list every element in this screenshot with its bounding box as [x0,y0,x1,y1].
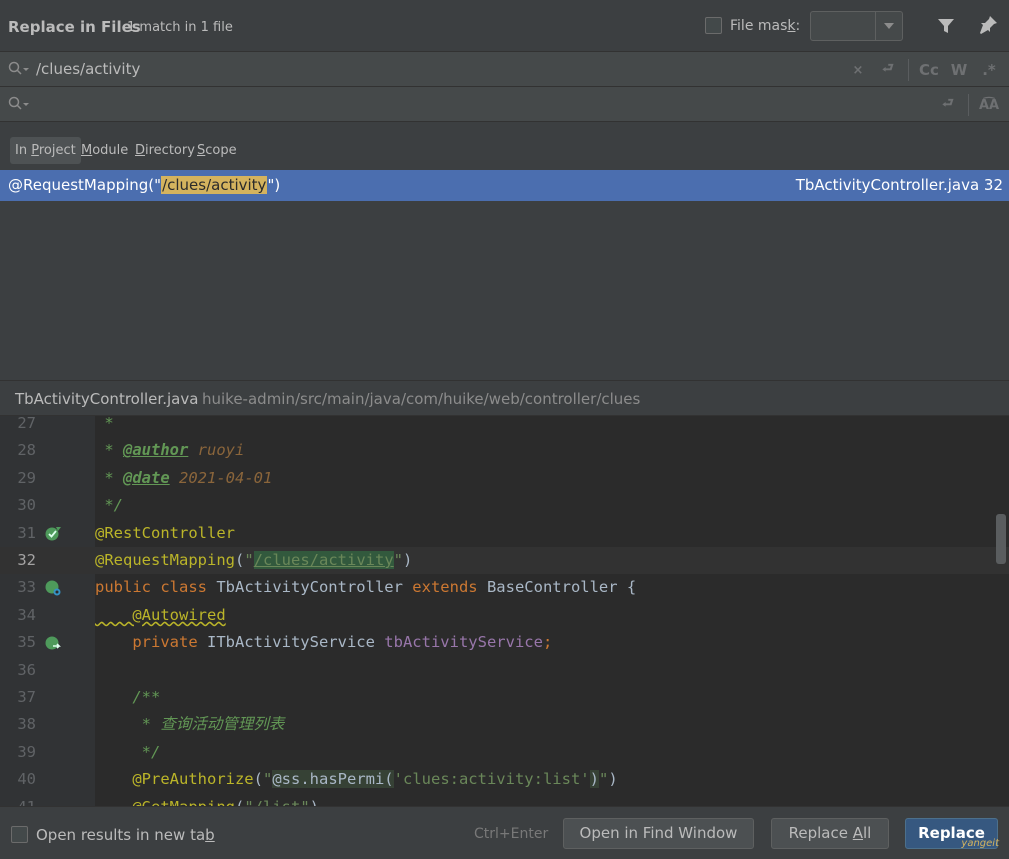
result-row[interactable]: @RequestMapping("/clues/activity") TbAct… [0,170,1009,201]
replace-tools: ⮐ A͡A [936,94,1001,116]
chevron-down-icon[interactable] [884,23,894,29]
new-tab-checkbox[interactable] [11,826,28,843]
search-field[interactable]: /clues/activity × ⮐ Cc W .* [0,52,1009,87]
line-number: 34 [17,605,36,624]
dialog-title: Replace in Files [8,18,141,36]
code-line: 36 [0,657,1009,684]
code-text: */ [95,496,123,515]
code-line: 31 @RestController [0,520,1009,547]
preview-file-path: huike-admin/src/main/java/com/huike/web/… [202,390,641,408]
code-text: @Autowired [95,605,226,624]
line-number: 27 [17,416,36,432]
code-line: 35 private ITbActivityService tbActivity… [0,629,1009,656]
result-text: @RequestMapping("/clues/activity") [8,176,281,194]
replace-history-icon[interactable] [8,96,30,112]
words-toggle[interactable]: W [947,61,971,79]
code-line: 34 @Autowired [0,602,1009,629]
code-line: 33 public class TbActivityController exte… [0,574,1009,601]
code-line: 32 @RequestMapping("/clues/activity") [0,547,1009,575]
line-number: 38 [17,715,36,734]
tab-module[interactable]: Module [76,137,133,164]
replace-all-button[interactable]: Replace All [771,818,889,849]
match-highlight: /clues/activity [161,176,268,194]
code-text: /** [95,688,161,706]
file-mask-checkbox[interactable] [705,17,722,34]
line-number: 30 [17,496,36,515]
newline-icon[interactable]: ⮐ [876,59,900,81]
line-number: 33 [17,578,36,597]
search-tools: × ⮐ Cc W .* [846,59,1001,81]
match-count: 1 match in 1 file [127,20,233,35]
tab-directory[interactable]: Directory [130,137,200,164]
file-mask-label[interactable]: File mask: [730,18,800,34]
code-line: 29 * @date 2021-04-01 [0,465,1009,492]
code-text: @PreAuthorize("@ss.hasPermi('clues:activ… [95,770,618,789]
code-text: @GetMapping("/list") [95,794,319,806]
shortcut-hint: Ctrl+Enter [474,826,549,842]
code-line: 39 */ [0,739,1009,766]
watermark: yangeit [961,838,999,849]
match-case-toggle[interactable]: Cc [917,61,941,79]
line-number: 40 [17,770,36,789]
code-line: 30 */ [0,492,1009,519]
pin-icon[interactable] [978,15,998,35]
clear-icon[interactable]: × [846,63,870,78]
line-number: 29 [17,468,36,487]
preview-file-name: TbActivityController.java [15,390,199,408]
open-in-find-window-button[interactable]: Open in Find Window [563,818,754,849]
scope-tabs: In Project Module Directory Scope [0,122,1009,170]
bean-arrow-icon[interactable] [44,634,62,652]
line-number: 41 [0,794,36,806]
line-number: 32 [17,551,36,569]
code-line: 40 @PreAuthorize("@ss.hasPermi('clues:ac… [0,766,1009,793]
search-history-icon[interactable] [8,61,30,77]
code-text: */ [95,742,161,761]
preview-path-bar: TbActivityController.java huike-admin/sr… [0,380,1009,416]
code-line: 28 * @author ruoyi [0,437,1009,464]
code-line: 38 * 查询活动管理列表 [0,711,1009,738]
search-input[interactable]: /clues/activity [36,60,140,78]
line-number: 35 [17,633,36,652]
code-text: * 查询活动管理列表 [95,715,285,734]
filter-icon[interactable] [937,17,955,35]
replace-field[interactable]: ⮐ A͡A [0,87,1009,122]
code-text: * @author ruoyi [95,441,245,460]
regex-toggle[interactable]: .* [977,61,1001,79]
code-line: 41 @GetMapping("/list") [0,794,1009,806]
code-text: public class TbActivityController extend… [95,578,637,597]
result-file-location: TbActivityController.java 32 [795,176,1003,194]
bean-search-icon[interactable] [44,579,62,597]
bean-check-icon[interactable] [44,525,62,543]
tab-scope[interactable]: Scope [192,137,242,164]
code-preview[interactable]: 27 * 28 * @author ruoyi 29 * @date 2021-04… [0,416,1009,806]
results-list: @RequestMapping("/clues/activity") TbAct… [0,170,1009,380]
code-text: * [95,416,114,432]
code-text: * @date 2021-04-01 [95,468,273,487]
code-line: 37 /** [0,684,1009,711]
code-line: 27 * [0,416,1009,437]
dialog-header: Replace in Files 1 match in 1 file File … [0,0,1009,52]
line-number: 39 [17,742,36,761]
line-number: 37 [17,688,36,706]
file-mask-combo[interactable] [810,11,903,41]
newline-icon[interactable]: ⮐ [936,94,960,116]
code-text: @RestController [95,523,235,542]
preserve-case-toggle[interactable]: A͡A [977,98,1001,113]
tab-in-project[interactable]: In Project [10,137,81,164]
dialog-footer: Open results in new tab Ctrl+Enter Open … [0,806,1009,859]
line-number: 28 [17,441,36,460]
scrollbar[interactable] [996,514,1006,564]
code-text: private ITbActivityService tbActivitySer… [95,633,553,652]
line-number: 31 [17,523,36,542]
code-text: @RequestMapping("/clues/activity") [95,551,413,569]
new-tab-label[interactable]: Open results in new tab [36,826,215,844]
line-number: 36 [17,660,36,679]
